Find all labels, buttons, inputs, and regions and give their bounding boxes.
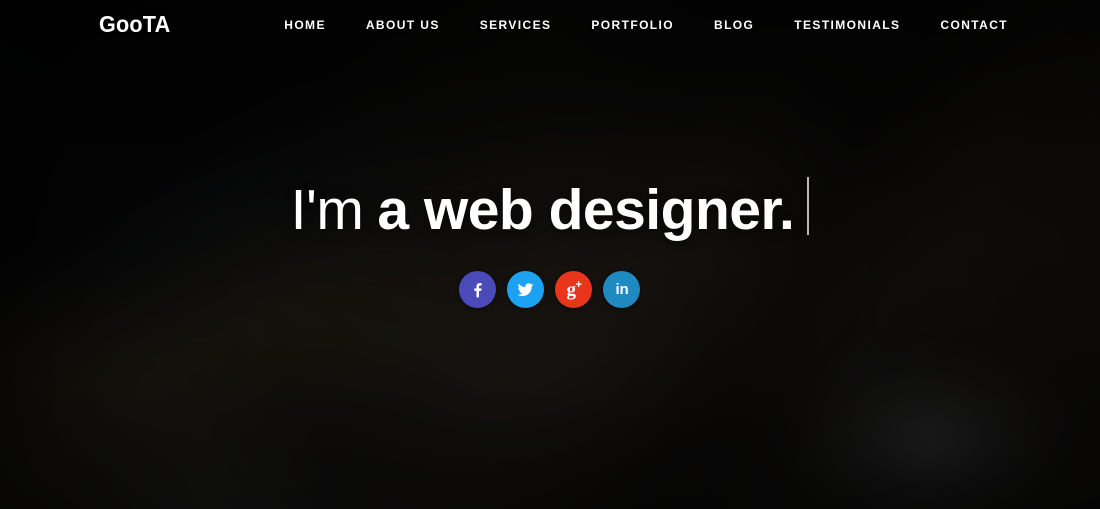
hero-content: I'm a web designer. g+ in <box>291 171 810 308</box>
twitter-icon <box>516 280 535 299</box>
nav-item-portfolio[interactable]: PORTFOLIO <box>571 16 694 34</box>
typing-cursor <box>807 177 810 236</box>
site-logo[interactable]: GooTA <box>99 13 170 36</box>
hero-heading-typed-text: a web designer. <box>377 178 795 243</box>
hero-heading: I'm a web designer. <box>291 171 810 241</box>
social-links: g+ in <box>459 270 641 308</box>
social-link-facebook[interactable] <box>459 270 497 308</box>
hero-landing-page: GooTA HOME ABOUT US SERVICES PORTFOLIO B… <box>0 0 1100 509</box>
site-header: GooTA HOME ABOUT US SERVICES PORTFOLIO B… <box>0 0 1100 52</box>
facebook-icon <box>468 280 487 299</box>
social-link-linkedin[interactable]: in <box>603 270 641 308</box>
nav-item-testimonials[interactable]: TESTIMONIALS <box>774 16 920 34</box>
linkedin-icon: in <box>615 280 629 298</box>
hero-section: I'm a web designer. g+ in <box>0 0 1100 509</box>
social-link-google-plus[interactable]: g+ <box>555 270 593 308</box>
nav-item-services[interactable]: SERVICES <box>460 16 572 34</box>
nav-item-home[interactable]: HOME <box>264 16 346 34</box>
hero-heading-prefix: I'm <box>290 178 364 243</box>
nav-item-about-us[interactable]: ABOUT US <box>346 16 460 34</box>
main-navigation: HOME ABOUT US SERVICES PORTFOLIO BLOG TE… <box>264 16 1008 34</box>
google-plus-icon: g+ <box>566 278 582 301</box>
nav-item-blog[interactable]: BLOG <box>694 16 774 34</box>
social-link-twitter[interactable] <box>507 270 545 308</box>
nav-item-contact[interactable]: CONTACT <box>920 16 1008 34</box>
